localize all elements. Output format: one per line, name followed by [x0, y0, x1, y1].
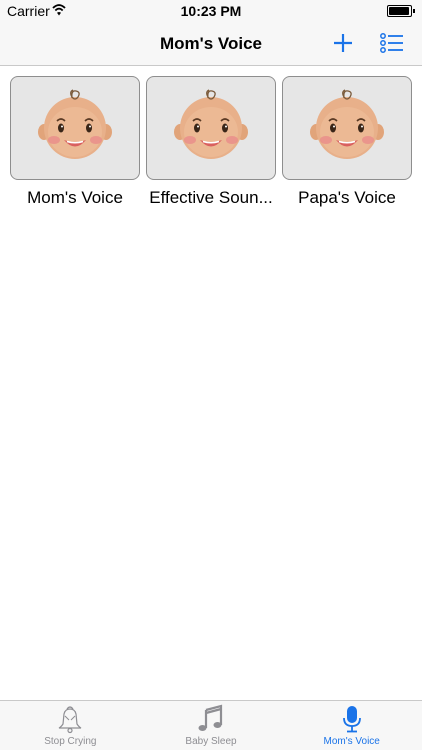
microphone-icon — [342, 706, 361, 733]
battery-tip — [413, 9, 415, 13]
add-button[interactable] — [328, 30, 358, 58]
navigation-bar: Mom's Voice — [0, 22, 422, 66]
tile-button[interactable] — [10, 76, 140, 180]
tab-bar: Stop Crying Baby Sleep Mom's Voice — [0, 700, 422, 750]
sound-tile-papas-voice[interactable]: Papa's Voice — [282, 76, 412, 208]
sound-tile-moms-voice[interactable]: Mom's Voice — [10, 76, 140, 208]
tab-moms-voice[interactable]: Mom's Voice — [281, 701, 422, 750]
tile-label: Effective Soun... — [149, 188, 273, 207]
tab-label: Stop Crying — [44, 736, 97, 747]
tab-label: Baby Sleep — [185, 736, 237, 747]
tile-button[interactable] — [146, 76, 276, 180]
baby-face-icon — [174, 89, 248, 159]
tile-label: Mom's Voice — [27, 188, 123, 207]
baby-face-icon — [310, 89, 384, 159]
plus-icon — [334, 34, 352, 52]
sound-tile-effective-sound[interactable]: Effective Soun... — [146, 76, 276, 208]
battery-fill — [389, 7, 409, 15]
page-title: Mom's Voice — [160, 34, 262, 53]
tab-baby-sleep[interactable]: Baby Sleep — [141, 701, 282, 750]
baby-face-icon — [38, 89, 112, 159]
tile-button[interactable] — [282, 76, 412, 180]
list-icon — [380, 33, 403, 53]
tab-stop-crying[interactable]: Stop Crying — [0, 701, 141, 750]
bell-icon — [59, 706, 82, 734]
tab-label: Mom's Voice — [323, 736, 380, 747]
music-note-icon — [198, 704, 223, 731]
status-time: 10:23 PM — [180, 3, 242, 19]
battery-icon — [387, 5, 412, 17]
list-button[interactable] — [377, 30, 407, 58]
tile-label: Papa's Voice — [298, 188, 396, 207]
status-bar: Carrier 10:23 PM — [0, 0, 422, 22]
